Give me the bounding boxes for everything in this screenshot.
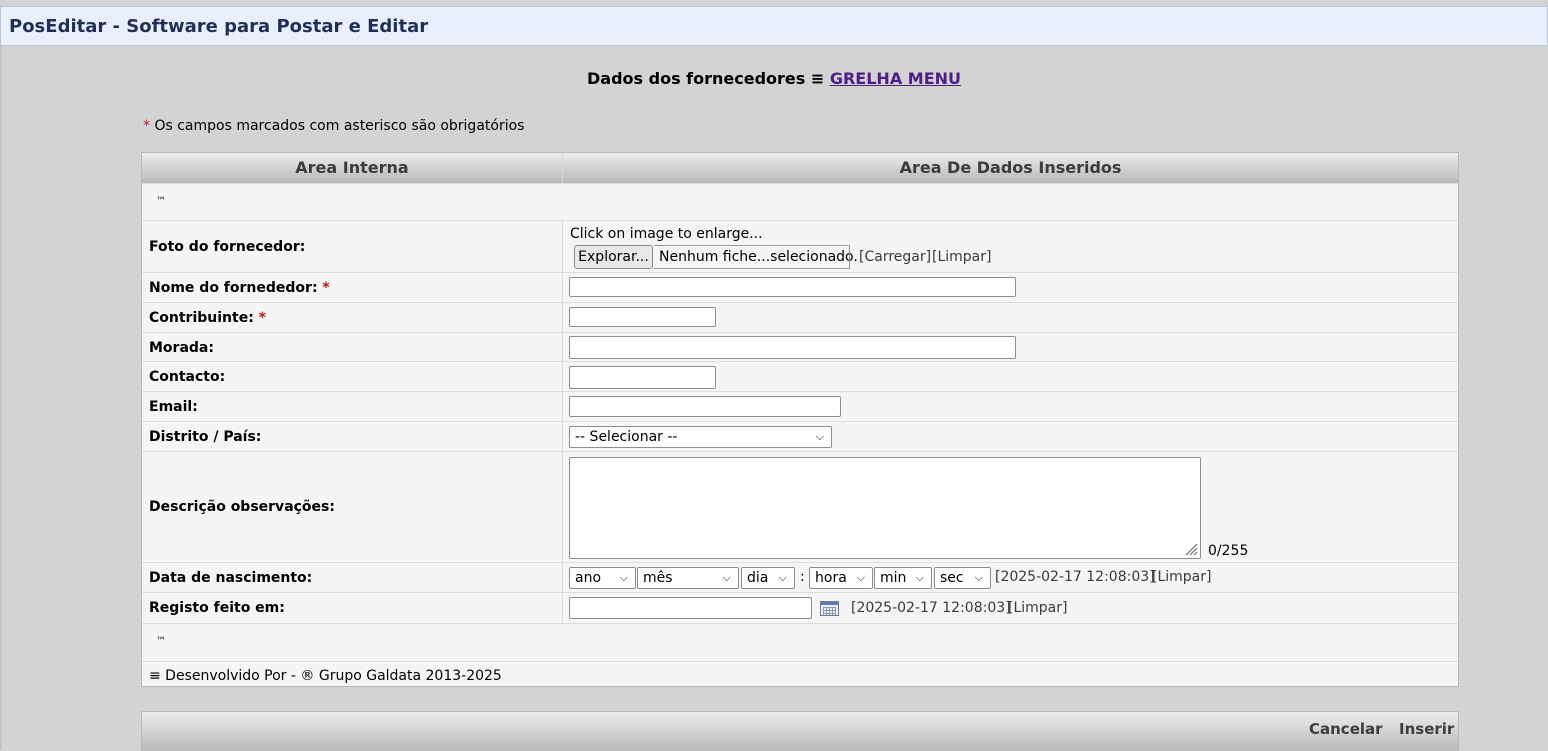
description-label: Descrição observações:	[149, 499, 335, 515]
address-row: Morada:	[142, 332, 1458, 361]
taxid-row: Contribuinte: *	[142, 302, 1458, 332]
description-textarea[interactable]	[569, 457, 1201, 559]
registered-clear-link[interactable]: [Limpar]	[1008, 600, 1067, 616]
tm-row-top: ™	[142, 183, 1458, 220]
browse-button[interactable]: Explorar...	[574, 245, 653, 269]
action-bar: Cancelar Inserir	[141, 711, 1459, 751]
district-select[interactable]: -- Selecionar -- ⌵	[569, 426, 832, 448]
year-select-value: ano	[575, 570, 602, 586]
registered-stamp: [2025-02-17 12:08:03]	[851, 600, 1011, 616]
year-select[interactable]: ano ⌵	[569, 567, 636, 589]
email-row: Email:	[142, 391, 1458, 421]
tm-row-bottom: ™	[142, 623, 1458, 661]
resize-grip-icon[interactable]	[1182, 540, 1198, 556]
contact-row: Contacto:	[142, 361, 1458, 391]
address-input[interactable]	[569, 336, 1016, 359]
second-select[interactable]: sec ⌵	[934, 567, 991, 589]
file-input-frame[interactable]	[654, 245, 850, 269]
grid-menu-link[interactable]: GRELHA MENU	[830, 69, 961, 88]
month-select-value: mês	[643, 570, 673, 586]
taxid-input[interactable]	[569, 307, 716, 327]
day-select[interactable]: dia ⌵	[741, 567, 795, 589]
district-selected-value: -- Selecionar --	[575, 429, 678, 445]
minute-select-value: min	[880, 570, 907, 586]
required-star: *	[143, 118, 150, 134]
supplier-name-input[interactable]	[569, 277, 1016, 297]
chevron-down-icon: ⌵	[974, 571, 983, 584]
app-title: PosEditar - Software para Postar e Edita…	[9, 16, 429, 37]
chevron-down-icon: ⌵	[619, 571, 628, 584]
photo-row: Foto do fornecedor: Click on image to en…	[142, 220, 1458, 272]
district-row: Distrito / País: -- Selecionar -- ⌵	[142, 421, 1458, 451]
required-note: * Os campos marcados com asterisco são o…	[143, 118, 524, 134]
description-row: Descrição observações: 0/255	[142, 451, 1458, 562]
month-select[interactable]: mês ⌵	[637, 567, 739, 589]
contact-label: Contacto:	[149, 369, 226, 385]
insert-button[interactable]: Inserir	[1399, 720, 1454, 738]
birth-date-stamp: [2025-02-17 12:08:03]	[995, 569, 1155, 585]
birth-date-label: Data de nascimento:	[149, 570, 313, 586]
description-char-counter: 0/255	[1208, 543, 1249, 559]
photo-clear-link[interactable]: [Limpar]	[932, 249, 991, 265]
chevron-down-icon: ⌵	[856, 571, 865, 584]
title-bar: PosEditar - Software para Postar e Edita…	[0, 6, 1548, 46]
minute-select[interactable]: min ⌵	[874, 567, 932, 589]
left-border	[0, 45, 2, 750]
contact-input[interactable]	[569, 366, 716, 389]
name-required-star: *	[322, 280, 330, 296]
form-table: Area Interna Area De Dados Inseridos ™ F…	[141, 152, 1459, 687]
chevron-down-icon: ⌵	[722, 571, 731, 584]
address-label: Morada:	[149, 340, 214, 356]
trademark-symbol: ™	[156, 636, 166, 647]
trademark-symbol: ™	[156, 196, 166, 207]
credits-row: ≡ Desenvolvido Por - ® Grupo Galdata 201…	[142, 661, 1458, 687]
cancel-button[interactable]: Cancelar	[1309, 720, 1383, 738]
birth-date-clear-link[interactable]: [Limpar]	[1152, 569, 1211, 585]
name-row: Nome do fornededor: *	[142, 272, 1458, 302]
district-label: Distrito / País:	[149, 429, 262, 445]
chevron-down-icon: ⌵	[915, 571, 924, 584]
upload-link[interactable]: [Carregar]	[859, 249, 931, 265]
hour-select-value: hora	[815, 570, 847, 586]
hour-select[interactable]: hora ⌵	[809, 567, 873, 589]
calendar-icon[interactable]	[820, 601, 839, 616]
email-input[interactable]	[569, 396, 841, 417]
chevron-down-icon: ⌵	[815, 430, 824, 443]
column-header-internal: Area Interna	[142, 153, 563, 183]
taxid-required-star: *	[258, 310, 266, 326]
registered-label: Registo feito em:	[149, 600, 285, 616]
chevron-down-icon: ⌵	[778, 571, 787, 584]
name-label: Nome do fornededor: *	[149, 280, 330, 296]
photo-hint: Click on image to enlarge...	[570, 226, 763, 242]
registered-date-input[interactable]	[569, 597, 812, 619]
photo-label: Foto do fornecedor:	[149, 239, 306, 255]
credits-text: ≡ Desenvolvido Por - ® Grupo Galdata 201…	[149, 668, 502, 684]
email-label: Email:	[149, 399, 198, 415]
day-select-value: dia	[747, 570, 769, 586]
taxid-label: Contribuinte: *	[149, 310, 266, 326]
column-header-data: Area De Dados Inseridos	[563, 153, 1458, 183]
second-select-value: sec	[940, 570, 964, 586]
page-heading: Dados dos fornecedores ≡ GRELHA MENU	[0, 69, 1548, 88]
registered-row: Registo feito em: [2025-02-17 12:08:03] …	[142, 592, 1458, 623]
birth-date-row: Data de nascimento: ano ⌵ mês ⌵ dia ⌵ : …	[142, 562, 1458, 592]
page-title: Dados dos fornecedores ≡	[587, 69, 825, 88]
time-separator: :	[800, 569, 805, 585]
required-note-text: Os campos marcados com asterisco são obr…	[154, 118, 525, 134]
